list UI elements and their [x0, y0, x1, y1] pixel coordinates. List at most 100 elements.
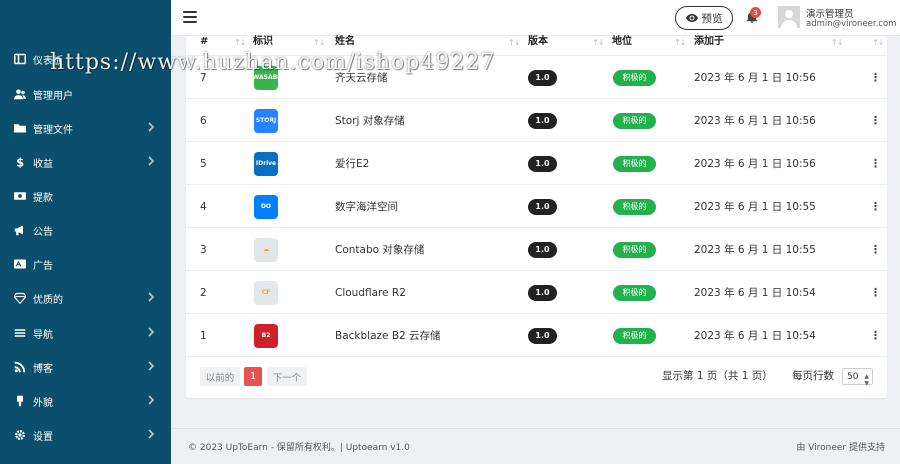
dollar-icon: $ [13, 155, 27, 169]
provider-logo: CF [254, 280, 278, 305]
sidebar-item-11[interactable]: 设置 [0, 420, 171, 450]
footer-powered-by[interactable]: 由 Vironeer 提供支持 [796, 440, 885, 453]
cell-id: 7 [200, 71, 207, 84]
sidebar-item-2[interactable]: 管理文件 [0, 113, 171, 143]
sidebar-item-label: 提款 [33, 192, 53, 204]
sidebar-item-label: 设置 [33, 431, 53, 443]
more-options-icon[interactable]: ⋮ [870, 158, 881, 169]
cell-id: 3 [200, 243, 207, 256]
sort-arrows-icon[interactable]: ↑↓ [592, 38, 604, 47]
cell-name: Backblaze B2 云存储 [335, 330, 441, 342]
rows-per-page-select[interactable]: 50 ▲ ▼ [842, 368, 873, 387]
sidebar-item-label: 外貌 [33, 397, 53, 409]
header-version[interactable]: 版本 [528, 36, 548, 56]
table-row[interactable]: 4 DO 数字海洋空间 1.0 积极的 2023 年 6 月 1 日 10:55 ⋮ [186, 185, 887, 228]
gear-icon [13, 428, 27, 442]
cell-id: 6 [200, 114, 207, 127]
status-badge: 积极的 [613, 327, 656, 344]
cell-added: 2023 年 6 月 1 日 10:55 [694, 244, 816, 256]
version-badge: 1.0 [528, 284, 557, 301]
table-row[interactable]: 2 CF Cloudflare R2 1.0 积极的 2023 年 6 月 1 日 10:… [186, 271, 887, 314]
notification-badge: 3 [750, 7, 761, 18]
sidebar-item-1[interactable]: 管理用户 [0, 79, 171, 109]
sidebar-item-0[interactable]: 仪表板 [0, 44, 171, 74]
more-options-icon[interactable]: ⋮ [870, 244, 881, 255]
page-1-button[interactable]: 1 [244, 367, 262, 386]
next-page-button[interactable]: 下一个 [267, 367, 307, 386]
sidebar-item-6[interactable]: 广告 [0, 249, 171, 279]
rss-icon [13, 360, 27, 374]
header-status[interactable]: 地位 [612, 36, 632, 56]
dashboard-icon [13, 52, 27, 66]
more-options-icon[interactable]: ⋮ [870, 115, 881, 126]
header-added[interactable]: 添加于 [694, 36, 724, 56]
storage-providers-card: # ↑↓ 标识 ↑↓ 姓名 ↑↓ 版本 ↑↓ 地位 ↑↓ 添加于 ↑↓ ↑↓ 7… [186, 36, 887, 398]
chevron-right-icon [147, 156, 157, 168]
sidebar-item-3[interactable]: $ 收益 [0, 147, 171, 177]
cell-added: 2023 年 6 月 1 日 10:54 [694, 330, 816, 342]
users-icon [13, 87, 27, 101]
header-id[interactable]: # [200, 36, 208, 56]
cell-name: 齐天云存储 [335, 72, 388, 84]
status-badge: 积极的 [613, 241, 656, 258]
sort-arrows-icon[interactable]: ↑↓ [674, 38, 686, 47]
rows-per-page-value: 50 [847, 371, 859, 382]
chevron-right-icon [147, 361, 157, 373]
more-options-icon[interactable]: ⋮ [870, 330, 881, 341]
provider-logo: B2 [254, 323, 278, 348]
sort-arrows-icon[interactable]: ↑↓ [313, 38, 325, 47]
table-row[interactable]: 5 IDrive 爱行E2 1.0 积极的 2023 年 6 月 1 日 10:56 ⋮ [186, 142, 887, 185]
version-badge: 1.0 [528, 241, 557, 258]
sort-arrows-icon[interactable]: ↑↓ [234, 38, 246, 47]
version-badge: 1.0 [528, 69, 557, 86]
header-logo[interactable]: 标识 [253, 36, 273, 56]
sidebar-item-5[interactable]: 公告 [0, 215, 171, 245]
sort-arrows-icon[interactable]: ↑↓ [508, 38, 520, 47]
cell-name: 数字海洋空间 [335, 201, 398, 213]
preview-button[interactable]: 预览 [675, 6, 733, 30]
cell-name: Contabo 对象存储 [335, 244, 425, 256]
cell-added: 2023 年 6 月 1 日 10:55 [694, 201, 816, 213]
avatar[interactable] [778, 6, 800, 28]
previous-page-button[interactable]: 以前的 [200, 367, 240, 386]
menu-toggle-icon[interactable] [183, 11, 197, 25]
sidebar-item-label: 管理文件 [33, 124, 73, 136]
table-row[interactable]: 6 STORJ Storj 对象存储 1.0 积极的 2023 年 6 月 1 日 10:… [186, 99, 887, 142]
cell-name: Cloudflare R2 [335, 286, 406, 299]
user-name[interactable]: 演示管理员 [806, 6, 854, 20]
version-badge: 1.0 [528, 198, 557, 215]
status-badge: 积极的 [613, 69, 656, 86]
chevron-down-icon: ▲ ▼ [864, 373, 869, 387]
table-header: # ↑↓ 标识 ↑↓ 姓名 ↑↓ 版本 ↑↓ 地位 ↑↓ 添加于 ↑↓ ↑↓ [186, 36, 887, 56]
sidebar-item-label: 公告 [33, 226, 53, 238]
sidebar-item-10[interactable]: 外貌 [0, 386, 171, 416]
sidebar-item-label: 博客 [33, 363, 53, 375]
table-row[interactable]: 7 WASABI 齐天云存储 1.0 积极的 2023 年 6 月 1 日 10:56 ⋮ [186, 56, 887, 99]
chevron-right-icon [147, 292, 157, 304]
sidebar-item-label: 优质的 [33, 294, 63, 306]
header-name[interactable]: 姓名 [335, 36, 355, 56]
sidebar-item-9[interactable]: 博客 [0, 352, 171, 382]
sidebar-item-8[interactable]: 导航 [0, 318, 171, 348]
sidebar-item-7[interactable]: 优质的 [0, 283, 171, 313]
megaphone-icon [13, 223, 27, 237]
sidebar-item-4[interactable]: 提款 [0, 181, 171, 211]
more-options-icon[interactable]: ⋮ [870, 287, 881, 298]
rows-per-page-label: 每页行数 [792, 370, 834, 382]
sort-arrows-icon[interactable]: ↑↓ [872, 38, 884, 47]
more-options-icon[interactable]: ⋮ [870, 201, 881, 212]
more-options-icon[interactable]: ⋮ [870, 72, 881, 83]
cell-id: 1 [200, 329, 207, 342]
table-row[interactable]: 3 ☁ Contabo 对象存储 1.0 积极的 2023 年 6 月 1 日 10:55… [186, 228, 887, 271]
provider-logo: STORJ [254, 108, 278, 133]
svg-text:$: $ [16, 157, 24, 169]
sidebar-item-label: 管理用户 [33, 90, 73, 102]
user-email: admin@vironeer.com [806, 19, 897, 29]
cell-added: 2023 年 6 月 1 日 10:56 [694, 72, 816, 84]
chevron-right-icon [147, 429, 157, 441]
topbar: 预览 3 演示管理员 admin@vironeer.com [171, 0, 900, 36]
version-badge: 1.0 [528, 112, 557, 129]
status-badge: 积极的 [613, 155, 656, 172]
table-row[interactable]: 1 B2 Backblaze B2 云存储 1.0 积极的 2023 年 6 月 1 日 … [186, 314, 887, 357]
sort-arrows-icon[interactable]: ↑↓ [831, 38, 843, 47]
